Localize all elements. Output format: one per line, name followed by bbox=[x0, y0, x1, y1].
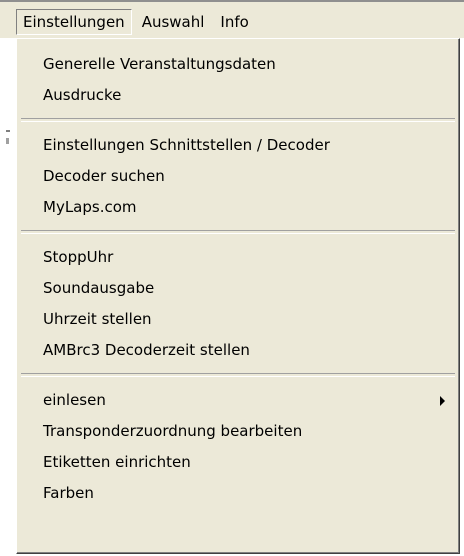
menu-item-stoppuhr[interactable]: StoppUhr bbox=[17, 242, 459, 273]
menu-item-generelle-veranstaltungsdaten[interactable]: Generelle Veranstaltungsdaten bbox=[17, 49, 459, 80]
menu-item-decoder-suchen[interactable]: Decoder suchen bbox=[17, 161, 459, 192]
menu-item-einlesen-label: einlesen bbox=[43, 391, 106, 409]
menu-item-ambrc3-decoderzeit[interactable]: AMBrc3 Decoderzeit stellen bbox=[17, 335, 459, 366]
menu-auswahl[interactable]: Auswahl bbox=[136, 10, 211, 34]
background-fragment bbox=[6, 138, 9, 144]
menu-item-soundausgabe[interactable]: Soundausgabe bbox=[17, 273, 459, 304]
einstellungen-dropdown-menu: Generelle Veranstaltungsdaten Ausdrucke … bbox=[16, 38, 460, 554]
menu-bar: Einstellungen Auswahl Info bbox=[0, 6, 464, 38]
menu-item-uhrzeit-stellen[interactable]: Uhrzeit stellen bbox=[17, 304, 459, 335]
triangle-right-icon bbox=[440, 396, 445, 406]
menu-item-mylaps[interactable]: MyLaps.com bbox=[17, 192, 459, 223]
menu-item-etiketten-einrichten[interactable]: Etiketten einrichten bbox=[17, 447, 459, 478]
menu-item-einstellungen-schnittstellen[interactable]: Einstellungen Schnittstellen / Decoder bbox=[17, 130, 459, 161]
menu-item-transponderzuordnung[interactable]: Transponderzuordnung bearbeiten bbox=[17, 416, 459, 447]
background-window-edge bbox=[0, 38, 16, 556]
menu-info[interactable]: Info bbox=[214, 10, 254, 34]
window-top-line bbox=[0, 0, 464, 2]
background-fragment bbox=[6, 130, 10, 132]
menu-separator bbox=[21, 373, 455, 377]
menu-item-ausdrucke[interactable]: Ausdrucke bbox=[17, 80, 459, 111]
menu-einstellungen[interactable]: Einstellungen bbox=[16, 9, 132, 35]
menu-separator bbox=[21, 230, 455, 234]
menu-item-farben[interactable]: Farben bbox=[17, 478, 459, 509]
menu-item-einlesen[interactable]: einlesen bbox=[17, 385, 459, 416]
menu-separator bbox=[21, 118, 455, 122]
